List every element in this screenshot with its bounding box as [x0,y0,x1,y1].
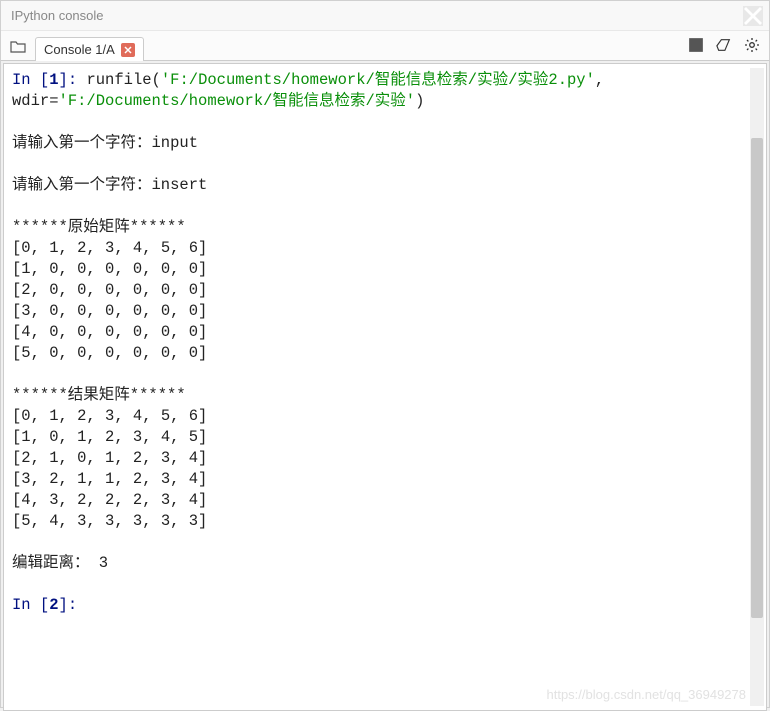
title-bar: IPython console [1,1,769,31]
script-path: 'F:/Documents/homework/智能信息检索/实验/实验2.py' [161,71,595,89]
gear-icon[interactable] [743,36,761,54]
wdir-label: wdir= [12,92,59,110]
console-tab[interactable]: Console 1/A [35,37,144,61]
scrollbar-thumb[interactable] [751,138,763,618]
matrix1-row: [5, 0, 0, 0, 0, 0, 0] [12,344,207,362]
matrix2-row: [5, 4, 3, 3, 3, 3, 3] [12,512,207,530]
matrix-header-2: ******结果矩阵****** [12,386,186,404]
toolbar [687,36,761,54]
matrix-header-1: ******原始矩阵****** [12,218,186,236]
scrollbar[interactable] [750,68,764,706]
tab-label: Console 1/A [44,42,115,57]
browse-tabs-button[interactable] [7,35,29,57]
runfile-call: runfile( [86,71,160,89]
wdir-path: 'F:/Documents/homework/智能信息检索/实验' [59,92,416,110]
matrix1-row: [0, 1, 2, 3, 4, 5, 6] [12,239,207,257]
console-output[interactable]: In [1]: runfile('F:/Documents/homework/智… [4,64,766,710]
window-close-button[interactable] [743,6,763,26]
matrix2-row: [2, 1, 0, 1, 2, 3, 4] [12,449,207,467]
window-title: IPython console [11,8,104,23]
matrix1-row: [2, 0, 0, 0, 0, 0, 0] [12,281,207,299]
matrix2-row: [1, 0, 1, 2, 3, 4, 5] [12,428,207,446]
matrix1-row: [1, 0, 0, 0, 0, 0, 0] [12,260,207,278]
matrix2-row: [4, 3, 2, 2, 2, 3, 4] [12,491,207,509]
stop-icon[interactable] [687,36,705,54]
in-prompt: In [1]: [12,71,86,89]
tab-close-icon[interactable] [121,43,135,57]
matrix1-row: [4, 0, 0, 0, 0, 0, 0] [12,323,207,341]
matrix2-row: [3, 2, 1, 1, 2, 3, 4] [12,470,207,488]
input-prompt-2: 请输入第一个字符：insert [12,176,207,194]
edit-distance-result: 编辑距离： 3 [12,554,108,572]
console-pane: In [1]: runfile('F:/Documents/homework/智… [3,63,767,711]
matrix2-row: [0, 1, 2, 3, 4, 5, 6] [12,407,207,425]
in-prompt-2: In [2]: [12,596,86,614]
input-prompt-1: 请输入第一个字符：input [12,134,198,152]
matrix1-row: [3, 0, 0, 0, 0, 0, 0] [12,302,207,320]
erase-icon[interactable] [715,36,733,54]
tab-bar: Console 1/A [1,31,769,61]
